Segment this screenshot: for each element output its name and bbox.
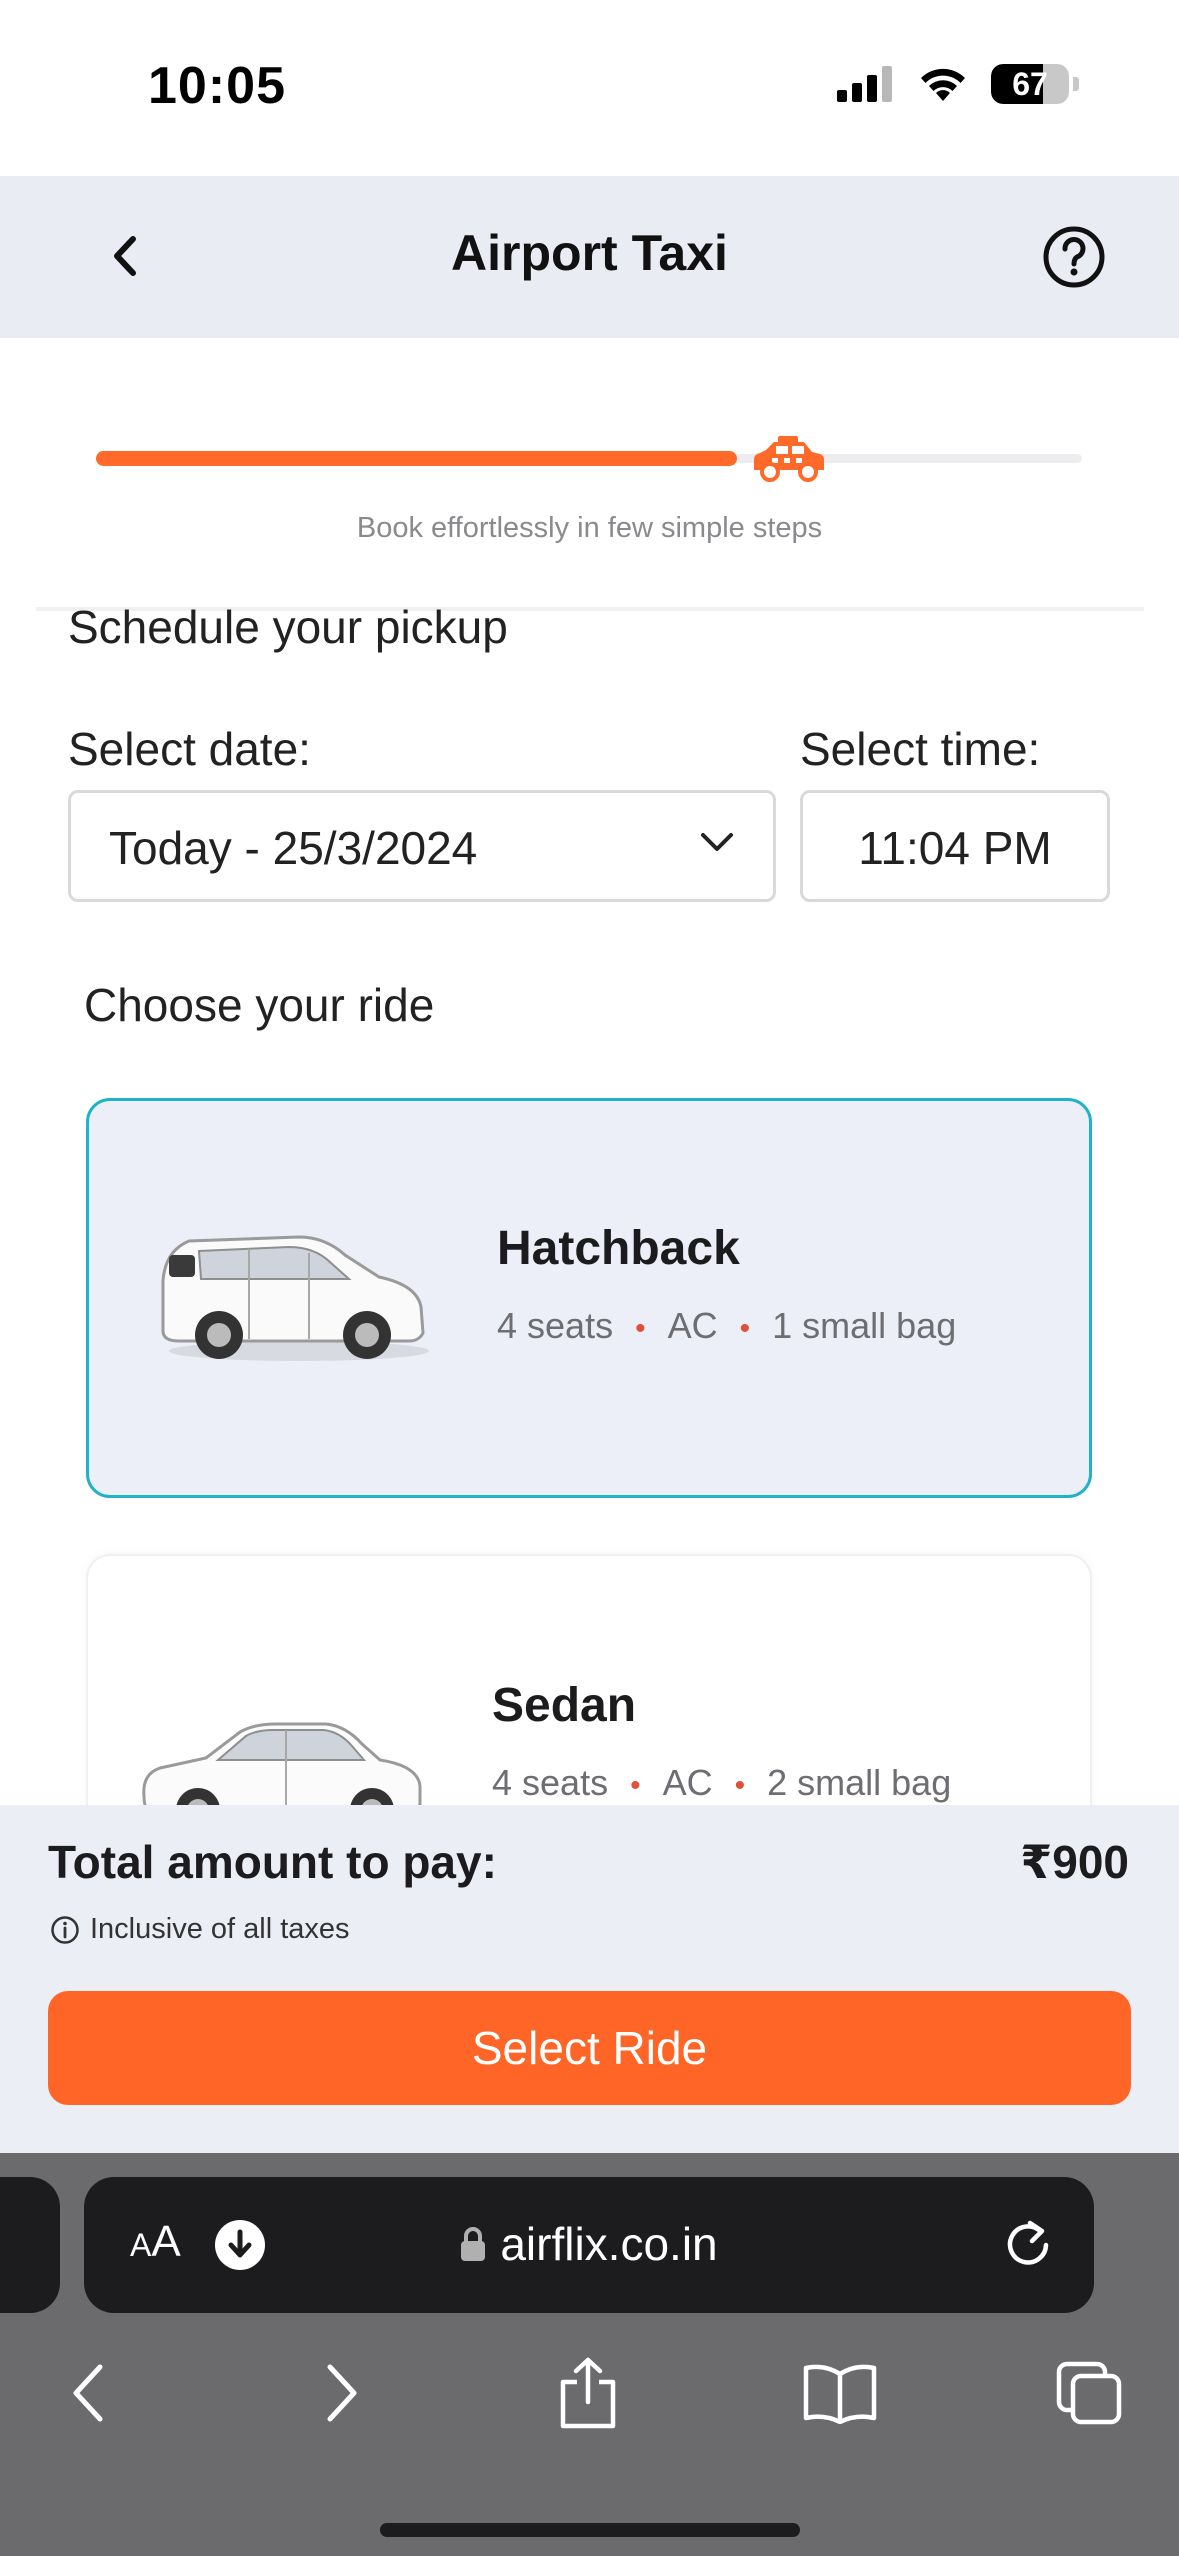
ride-features: 4 seats • AC • 2 small bag bbox=[492, 1762, 951, 1804]
sedan-car-image bbox=[142, 1722, 422, 1805]
browser-toolbar bbox=[0, 2343, 1179, 2453]
payment-summary: Total amount to pay: ₹900 Inclusive of a… bbox=[0, 1805, 1179, 2153]
date-value: Today - 25/3/2024 bbox=[109, 822, 478, 874]
schedule-title: Schedule your pickup bbox=[68, 601, 508, 653]
wifi-icon bbox=[921, 68, 965, 101]
ride-ac: AC bbox=[667, 1305, 718, 1346]
tabs-icon bbox=[1056, 2361, 1122, 2425]
ride-bags: 2 small bag bbox=[767, 1762, 952, 1803]
battery-icon: 67 bbox=[991, 64, 1069, 104]
ride-seats: 4 seats bbox=[497, 1305, 614, 1346]
total-label: Total amount to pay: bbox=[48, 1836, 497, 1888]
help-button[interactable] bbox=[1041, 224, 1107, 290]
ride-ac: AC bbox=[662, 1762, 713, 1803]
address-bar[interactable]: AA airflix.co.in bbox=[84, 2177, 1094, 2313]
book-icon bbox=[803, 2364, 877, 2424]
back-nav-button[interactable] bbox=[38, 2343, 138, 2443]
total-amount: ₹900 bbox=[1020, 1836, 1129, 1888]
previous-tab[interactable] bbox=[0, 2177, 60, 2313]
progress-fill bbox=[96, 451, 737, 466]
separator-dot: • bbox=[734, 1769, 746, 1802]
home-indicator bbox=[380, 2523, 800, 2537]
select-ride-button[interactable]: Select Ride bbox=[48, 1991, 1131, 2105]
progress-caption: Book effortlessly in few simple steps bbox=[356, 512, 823, 544]
date-label: Select date: bbox=[68, 723, 311, 775]
separator-dot: • bbox=[739, 1312, 751, 1345]
help-icon bbox=[1043, 226, 1105, 288]
share-button[interactable] bbox=[538, 2343, 638, 2443]
status-time: 10:05 bbox=[148, 57, 286, 115]
hatchback-car-image bbox=[161, 1235, 429, 1361]
time-label: Select time: bbox=[800, 723, 1041, 775]
app-header: Airport Taxi bbox=[0, 176, 1179, 338]
time-value: 11:04 PM bbox=[858, 822, 1052, 874]
bookmarks-button[interactable] bbox=[790, 2343, 890, 2443]
url-text: airflix.co.in bbox=[500, 2218, 718, 2270]
url-display: airflix.co.in bbox=[84, 2217, 1094, 2271]
tax-note-text: Inclusive of all taxes bbox=[90, 1913, 350, 1945]
cellular-signal-icon bbox=[837, 66, 892, 102]
forward-nav-button[interactable] bbox=[292, 2343, 392, 2443]
ride-list: Hatchback 4 seats • AC • 1 small bag Sedan 4… bbox=[0, 1080, 1179, 1805]
ride-features: 4 seats • AC • 1 small bag bbox=[497, 1305, 956, 1347]
taxi-icon bbox=[754, 436, 824, 482]
status-icons: 67 bbox=[837, 64, 1079, 104]
separator-dot: • bbox=[635, 1312, 646, 1345]
browser-chrome: AA airflix.co.in bbox=[0, 2153, 1179, 2556]
choose-ride-title: Choose your ride bbox=[84, 979, 435, 1031]
page-title: Airport Taxi bbox=[451, 225, 728, 281]
ride-bags: 1 small bag bbox=[772, 1305, 957, 1346]
progress-track bbox=[96, 451, 1082, 466]
battery-percent: 67 bbox=[1012, 65, 1048, 102]
ride-card-sedan[interactable]: Sedan 4 seats • AC • 2 small bag bbox=[86, 1554, 1092, 1805]
chevron-down-icon bbox=[701, 833, 733, 851]
chevron-left-icon bbox=[73, 2364, 103, 2422]
info-icon bbox=[51, 1915, 79, 1944]
chevron-right-icon bbox=[327, 2364, 357, 2422]
ride-card-hatchback[interactable]: Hatchback 4 seats • AC • 1 small bag bbox=[86, 1098, 1092, 1498]
time-input[interactable]: 11:04 PM bbox=[800, 790, 1110, 902]
ride-name: Sedan bbox=[492, 1679, 637, 1732]
battery-cap bbox=[1073, 77, 1079, 91]
tabs-button[interactable] bbox=[1040, 2343, 1140, 2443]
tax-note: Inclusive of all taxes bbox=[50, 1913, 350, 1946]
reload-icon[interactable] bbox=[1006, 2217, 1054, 2269]
separator-dot: • bbox=[630, 1769, 641, 1802]
ride-seats: 4 seats bbox=[492, 1762, 609, 1803]
date-select[interactable]: Today - 25/3/2024 bbox=[68, 790, 776, 902]
lock-icon bbox=[461, 2226, 486, 2261]
status-bar: 10:05 67 bbox=[0, 0, 1179, 176]
share-icon bbox=[560, 2357, 616, 2429]
ride-name: Hatchback bbox=[497, 1222, 740, 1275]
